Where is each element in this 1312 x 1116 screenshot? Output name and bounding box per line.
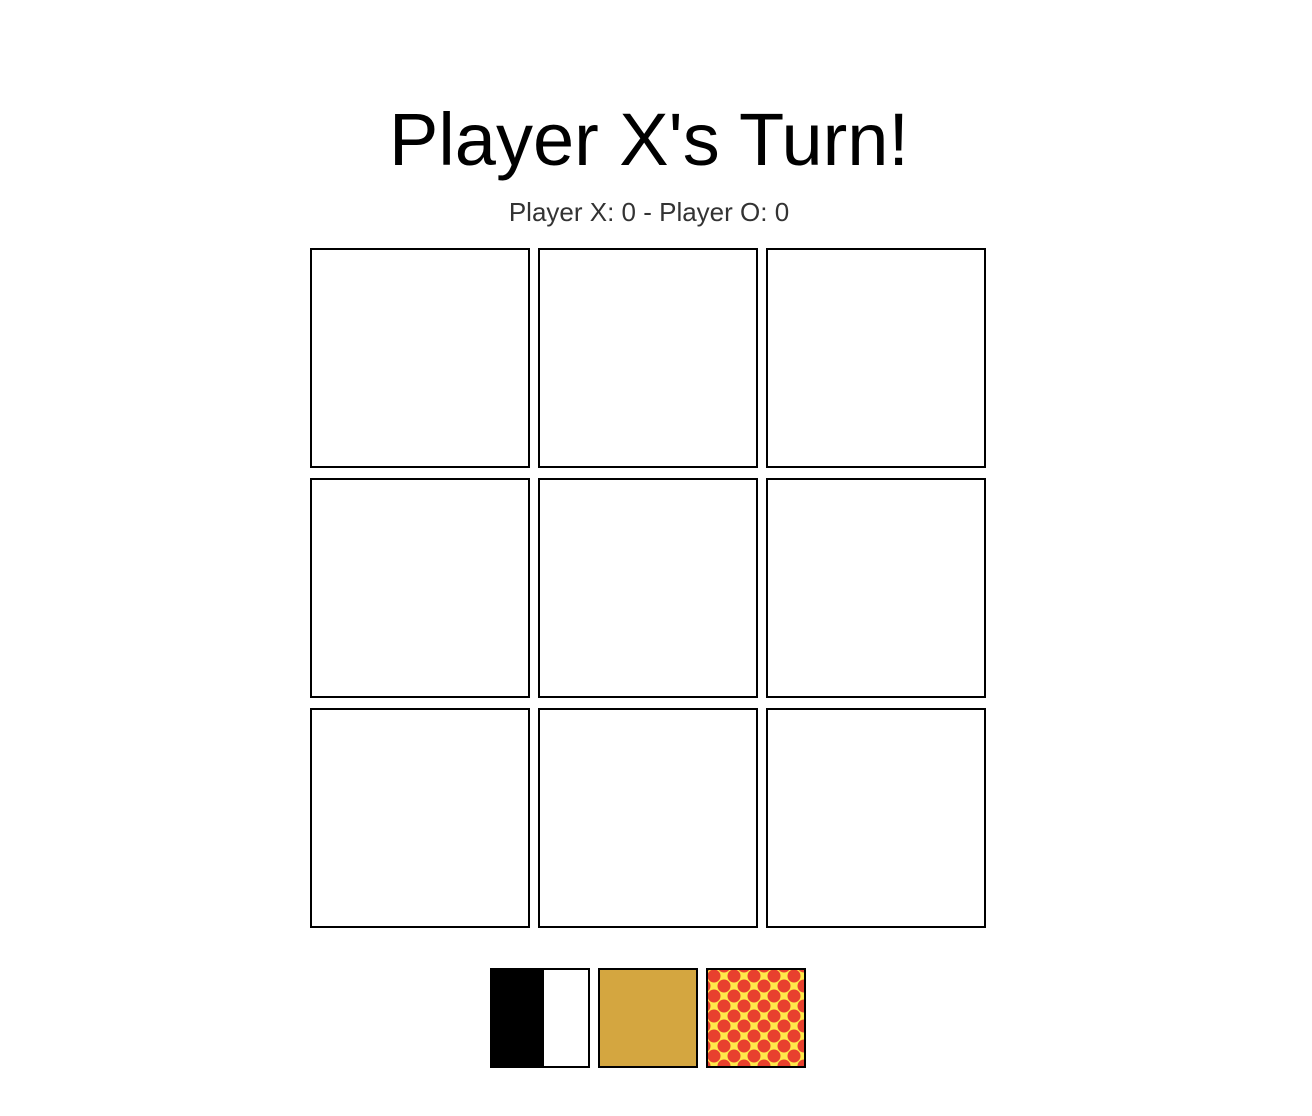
theme-swatch-polka-dots[interactable] (706, 968, 806, 1068)
board-cell-4[interactable] (310, 478, 530, 698)
score-display: Player X: 0 - Player O: 0 (508, 197, 790, 227)
board-cell-9[interactable] (766, 708, 986, 928)
game-board (310, 248, 986, 928)
theme-swatch-gold[interactable] (598, 968, 698, 1068)
turn-status-heading: Player X's Turn! (389, 98, 909, 181)
board-cell-5[interactable] (538, 478, 758, 698)
board-cell-3[interactable] (766, 248, 986, 468)
board-cell-7[interactable] (310, 708, 530, 928)
theme-swatch-black-white[interactable] (490, 968, 590, 1068)
board-cell-2[interactable] (538, 248, 758, 468)
theme-selector (490, 968, 806, 1068)
board-cell-6[interactable] (766, 478, 986, 698)
board-cell-8[interactable] (538, 708, 758, 928)
board-cell-1[interactable] (310, 248, 530, 468)
